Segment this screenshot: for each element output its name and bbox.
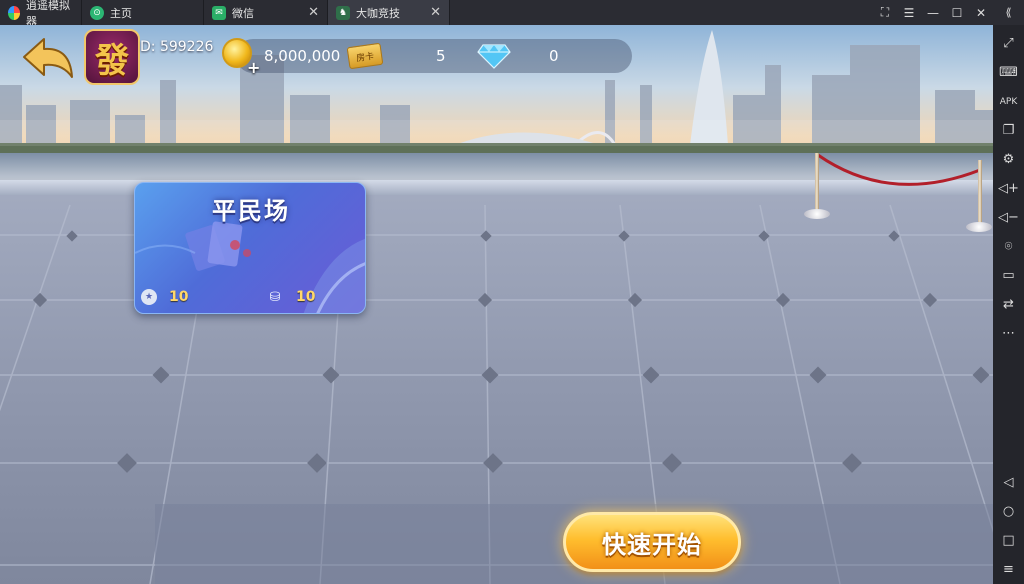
menu-icon[interactable]: ☰ — [897, 0, 921, 25]
close-tab-icon[interactable]: ✕ — [308, 5, 319, 20]
settings-icon[interactable]: ⚙ — [993, 145, 1024, 174]
tab-emulator[interactable]: 逍遥模拟器 — [0, 0, 82, 28]
rotate-icon[interactable]: ⇄ — [993, 290, 1024, 319]
location-icon[interactable]: ⌾ — [993, 232, 1024, 261]
back-arrow-icon[interactable] — [18, 33, 76, 83]
tab-label: 大咖竞技 — [356, 6, 400, 20]
android-menu-icon[interactable]: ≡ — [993, 555, 1024, 584]
home-icon: ⊙ — [90, 5, 104, 20]
ticket-amount: 5 — [436, 47, 446, 65]
room-card-civilian[interactable]: 平民场 ★ 10 ⛁ 10 — [134, 182, 366, 314]
wechat-icon: ✉ — [212, 5, 226, 20]
fullscreen-icon[interactable]: ⛶ — [873, 0, 897, 25]
game-icon: ♞ — [336, 5, 350, 20]
diamond-amount: 0 — [549, 47, 559, 65]
volume-up-icon[interactable]: ◁+ — [993, 174, 1024, 203]
apk-install-icon[interactable]: APK — [993, 87, 1024, 116]
volume-down-icon[interactable]: ◁− — [993, 203, 1024, 232]
star-icon: ★ — [141, 289, 157, 305]
player-id: D: 599226 — [140, 39, 214, 55]
stanchion-base — [966, 222, 992, 232]
tab-home[interactable]: ⊙ 主页 — [82, 0, 204, 25]
tab-game[interactable]: ♞ 大咖竞技 ✕ — [328, 0, 450, 25]
minimize-icon[interactable]: — — [921, 0, 945, 25]
room-title: 平民场 — [212, 197, 290, 225]
folder-icon[interactable]: ▭ — [993, 261, 1024, 290]
room-card-ticket-icon: 房卡 — [346, 42, 384, 70]
stanchion-post — [978, 160, 982, 226]
avatar[interactable]: 發 — [84, 29, 140, 85]
close-icon[interactable]: ✕ — [969, 0, 993, 25]
maximize-icon[interactable]: ☐ — [945, 0, 969, 25]
emulator-tab-bar: 逍遥模拟器 ⊙ 主页 ✉ 微信 ✕ ♞ 大咖竞技 ✕ ⛶ ☰ — ☐ ✕ ⟪ — [0, 0, 1024, 28]
more-icon[interactable]: ⋯ — [993, 319, 1024, 348]
game-viewport: 發 D: 599226 + 8,000,000 房卡 5 0 平民场 ★ 10 … — [0, 25, 993, 584]
android-home-icon[interactable]: ○ — [993, 497, 1024, 526]
collapse-icon[interactable]: ⟪ — [993, 0, 1024, 25]
tab-label: 微信 — [232, 6, 254, 20]
tab-wechat[interactable]: ✉ 微信 ✕ — [204, 0, 328, 25]
diamond-icon — [477, 44, 511, 69]
emulator-sidebar: ⤢ ⌨ APK ❐ ⚙ ◁+ ◁− ⌾ ▭ ⇄ ⋯ ◁ ○ □ ≡ — [993, 25, 1024, 584]
android-back-icon[interactable]: ◁ — [993, 468, 1024, 497]
velvet-rope — [817, 153, 981, 186]
multi-window-icon[interactable]: ❐ — [993, 116, 1024, 145]
room-entry-value: 10 — [169, 289, 189, 305]
add-gold-button[interactable]: + — [247, 58, 260, 77]
gold-amount: 8,000,000 — [264, 47, 341, 65]
quick-start-button[interactable]: 快速开始 — [563, 512, 741, 572]
android-recent-icon[interactable]: □ — [993, 526, 1024, 555]
ticket-glyph: 房卡 — [355, 51, 375, 64]
emulator-logo-icon — [8, 5, 20, 20]
room-base-score: 10 — [296, 289, 316, 305]
keyboard-icon[interactable]: ⌨ — [993, 58, 1024, 87]
stanchion-base — [804, 209, 830, 219]
coin-stack-icon: ⛁ — [269, 289, 281, 305]
stanchion-post — [815, 153, 819, 215]
close-tab-icon[interactable]: ✕ — [430, 5, 441, 20]
screen-expand-icon[interactable]: ⤢ — [993, 29, 1024, 58]
avatar-glyph: 發 — [95, 40, 129, 81]
tab-label: 主页 — [110, 6, 132, 20]
